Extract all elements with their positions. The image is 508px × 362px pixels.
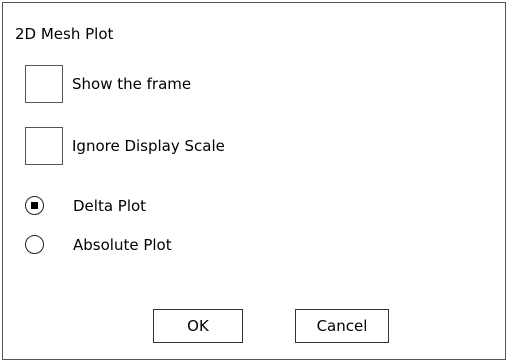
ignore-display-scale-checkbox[interactable] bbox=[25, 127, 63, 165]
show-frame-checkbox[interactable] bbox=[25, 65, 63, 103]
dialog-title: 2D Mesh Plot bbox=[15, 25, 114, 43]
absolute-plot-label: Absolute Plot bbox=[73, 236, 172, 254]
delta-plot-radio[interactable] bbox=[25, 196, 44, 215]
radio-selected-dot bbox=[31, 202, 38, 209]
show-frame-label: Show the frame bbox=[72, 75, 192, 93]
ignore-display-scale-label: Ignore Display Scale bbox=[72, 137, 225, 155]
cancel-button[interactable]: Cancel bbox=[295, 309, 389, 343]
delta-plot-label: Delta Plot bbox=[73, 197, 147, 215]
absolute-plot-radio[interactable] bbox=[25, 235, 44, 254]
ok-button[interactable]: OK bbox=[153, 309, 243, 343]
mesh-plot-dialog: 2D Mesh Plot Show the frame Ignore Displ… bbox=[2, 2, 506, 360]
